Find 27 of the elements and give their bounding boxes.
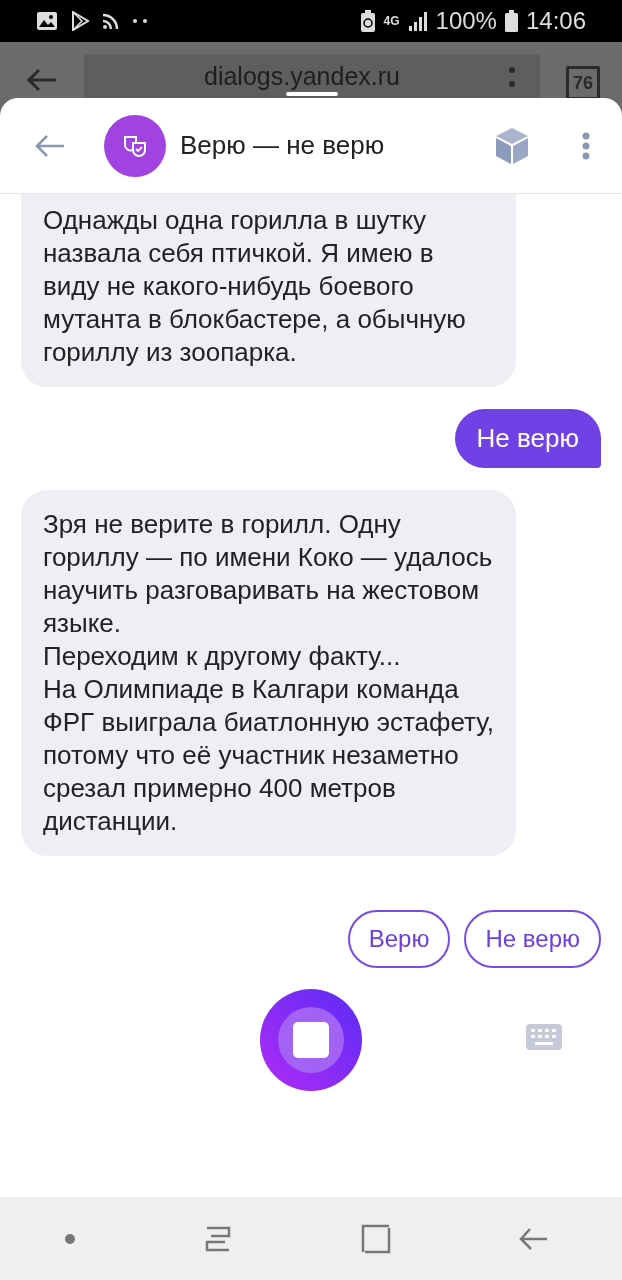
battery-icon — [504, 10, 518, 32]
skill-title: Верю — не верю — [180, 130, 386, 161]
url-text: dialogs.yandex.ru — [204, 64, 400, 89]
more-notifications-icon — [132, 18, 148, 24]
signal-icon — [407, 11, 428, 31]
user-message: Не верю — [454, 409, 601, 468]
more-icon[interactable] — [582, 131, 590, 160]
battery-level: 100% — [435, 7, 497, 35]
cast-icon — [102, 12, 120, 30]
back-arrow-icon[interactable] — [34, 133, 66, 158]
play-store-icon — [70, 11, 90, 31]
suggestion-button[interactable]: Не верю — [464, 910, 601, 968]
network-type: 4G — [383, 14, 400, 28]
bot-message: Зря не верите в горилл. Одну гориллу — по имени Коко — удалось научить разговаривать на жестовом языке. Переходим к другому факту... На Олимпиаде в Калгари команда ФРГ выиграла биатлонную эстафету, потому что её участник незаметно срезал примерно 400 метров дистанции. — [21, 490, 516, 856]
battery-saver-icon — [359, 10, 376, 32]
masks-icon — [122, 133, 148, 158]
bot-message: Однажды одна горилла в шутку назвала себя птичкой. Я имею в виду не какого-нибудь боевого мутанта в блокбастере, а обычную гориллу из зоопарка. — [21, 194, 516, 387]
cube-icon[interactable] — [494, 126, 530, 165]
suggestion-button[interactable]: Верю — [347, 910, 451, 968]
dot-icon[interactable] — [63, 1232, 76, 1245]
home-icon[interactable] — [360, 1223, 391, 1254]
more-icon[interactable] — [508, 66, 516, 88]
gallery-icon — [36, 11, 58, 31]
clock: 14:06 — [525, 7, 586, 35]
back-arrow-icon[interactable] — [26, 68, 58, 92]
drag-handle[interactable] — [286, 92, 338, 96]
keyboard-icon[interactable] — [526, 1024, 562, 1050]
